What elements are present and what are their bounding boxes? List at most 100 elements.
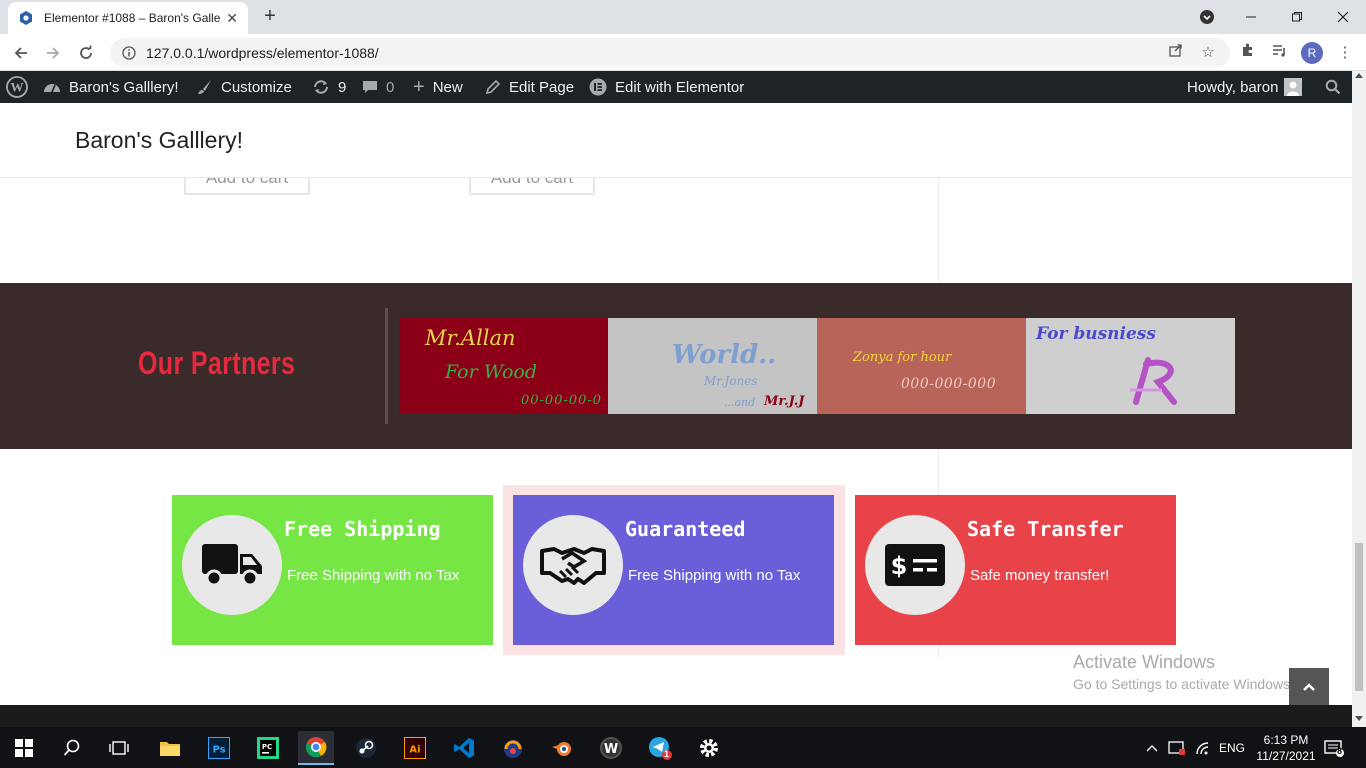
- plus-icon: +: [413, 75, 425, 98]
- partner-logo-text: Mr.J.J: [764, 394, 805, 409]
- site-footer: [0, 705, 1352, 727]
- browser-tab[interactable]: Elementor #1088 – Baron's Galle ✕: [8, 2, 248, 34]
- updates-icon: [314, 80, 328, 94]
- pycharm-icon[interactable]: PC: [250, 731, 286, 765]
- url-text: 127.0.0.1/wordpress/elementor-1088/: [146, 44, 379, 61]
- notification-count: 8: [1337, 746, 1343, 756]
- language-indicator[interactable]: ENG: [1219, 727, 1245, 768]
- admin-updates[interactable]: 9: [312, 71, 346, 103]
- file-explorer-icon[interactable]: [152, 731, 188, 765]
- settings-gear-icon[interactable]: [691, 731, 727, 765]
- task-view-icon[interactable]: [101, 731, 137, 765]
- blender-icon[interactable]: [544, 731, 580, 765]
- scroll-to-top-button[interactable]: [1289, 668, 1329, 705]
- admin-new[interactable]: + New: [413, 71, 463, 103]
- page-content: Baron's Galllery! Add to cart Add to car…: [0, 103, 1352, 705]
- clock[interactable]: 6:13 PM 11/27/2021: [1254, 727, 1318, 768]
- tab-strip: Elementor #1088 – Baron's Galle ✕ +: [0, 0, 1366, 34]
- feature-safe-transfer: $ Safe Transfer Safe money transfer!: [855, 495, 1176, 645]
- admin-edit-elementor-label: Edit with Elementor: [615, 78, 745, 96]
- feature-description: Free Shipping with no Tax: [628, 567, 801, 584]
- windows-start-icon[interactable]: [6, 731, 42, 765]
- partner-logo-text: Mr.Jones: [704, 374, 758, 388]
- chrome-taskbar-icon[interactable]: [298, 731, 334, 765]
- brush-icon: [198, 80, 211, 94]
- activate-windows-title: Activate Windows: [1073, 652, 1216, 672]
- comments-count: 0: [386, 78, 395, 96]
- partner-logo-text: 00-00-00-0: [521, 393, 603, 408]
- elementor-icon: [589, 78, 607, 96]
- admin-new-label: New: [432, 78, 463, 96]
- vscode-icon[interactable]: [446, 731, 482, 765]
- partner-logo-text: Zonya for hour: [853, 350, 952, 365]
- wordpress-logo-icon[interactable]: W: [6, 71, 28, 103]
- feature-title: Safe Transfer: [967, 517, 1124, 541]
- wifi-icon[interactable]: [1195, 727, 1213, 768]
- new-tab-button[interactable]: +: [258, 5, 282, 29]
- tab-search-icon[interactable]: [1184, 0, 1230, 34]
- feature-description: Safe money transfer!: [970, 567, 1110, 584]
- tab-close-icon[interactable]: ✕: [226, 10, 238, 27]
- profile-avatar[interactable]: R: [1301, 42, 1323, 64]
- admin-account[interactable]: Howdy, baron: [1187, 71, 1303, 103]
- vpn-app-icon[interactable]: [495, 731, 531, 765]
- minimize-button[interactable]: [1228, 0, 1274, 34]
- partner-logo-zonya[interactable]: Zonya for hour 000-000-000: [817, 318, 1026, 414]
- telegram-icon[interactable]: 1: [642, 731, 678, 765]
- admin-customize[interactable]: Customize: [197, 71, 292, 103]
- partner-logo-text: For busniess: [1036, 324, 1156, 344]
- partner-logo-world[interactable]: World.. Mr.Jones ...and Mr.J.J: [608, 318, 817, 414]
- notifications-icon[interactable]: 8: [1324, 727, 1344, 768]
- bookmark-star-icon[interactable]: ☆: [1197, 42, 1219, 64]
- admin-edit-page[interactable]: Edit Page: [485, 71, 574, 103]
- tray-chevron-icon[interactable]: [1146, 727, 1158, 768]
- admin-comments[interactable]: 0: [362, 71, 394, 103]
- close-window-button[interactable]: [1320, 0, 1366, 34]
- wamp-icon[interactable]: W: [593, 731, 629, 765]
- admin-site-name-label: Baron's Galllery!: [69, 78, 179, 96]
- admin-search-icon[interactable]: [1325, 71, 1341, 103]
- feature-free-shipping: Free Shipping Free Shipping with no Tax: [172, 495, 493, 645]
- wp-admin-bar: W Baron's Galllery! Customize 9 0 + New …: [0, 71, 1352, 103]
- partner-logo-business[interactable]: For busniess: [1026, 318, 1235, 414]
- admin-site-name[interactable]: Baron's Galllery!: [43, 71, 179, 103]
- illustrator-icon[interactable]: Ai: [397, 731, 433, 765]
- tab-title: Elementor #1088 – Baron's Galle: [44, 11, 221, 25]
- info-icon[interactable]: [122, 45, 136, 60]
- windows-taskbar: Ps PC Ai W 1 ENG 6:13 PM 11/27/2021 8: [0, 727, 1366, 768]
- chrome-menu-icon[interactable]: ⋮: [1334, 42, 1356, 64]
- comment-icon: [363, 81, 377, 93]
- restore-button[interactable]: [1274, 0, 1320, 34]
- pencil-icon: [485, 79, 501, 95]
- tray-security-icon[interactable]: [1168, 727, 1186, 768]
- scrollbar-thumb[interactable]: [1355, 543, 1363, 691]
- partners-section: Our Partners Mr.Allan For Wood 00-00-00-…: [0, 283, 1352, 449]
- activate-windows-subtitle: Go to Settings to activate Windows.: [1073, 676, 1294, 692]
- site-header: Baron's Galllery!: [0, 103, 1352, 178]
- steam-icon[interactable]: [348, 731, 384, 765]
- partner-logo-text: ...and: [724, 396, 756, 409]
- feature-description: Free Shipping with no Tax: [287, 567, 460, 584]
- chevron-up-icon: [1303, 683, 1315, 691]
- taskbar-search-icon[interactable]: [54, 731, 90, 765]
- howdy-label: Howdy, baron: [1187, 78, 1279, 96]
- site-title[interactable]: Baron's Galllery!: [75, 127, 243, 154]
- feature-guaranteed: Guaranteed Free Shipping with no Tax: [513, 495, 834, 645]
- photoshop-icon[interactable]: Ps: [201, 731, 237, 765]
- svg-text:W: W: [11, 80, 24, 95]
- scroll-up-arrow-icon[interactable]: [1355, 73, 1363, 78]
- address-bar[interactable]: 127.0.0.1/wordpress/elementor-1088/: [110, 38, 1230, 67]
- admin-edit-elementor[interactable]: Edit with Elementor: [589, 71, 744, 103]
- feature-title: Guaranteed: [625, 517, 746, 541]
- reload-icon[interactable]: [73, 40, 99, 66]
- handshake-icon: [523, 515, 623, 615]
- media-queue-icon[interactable]: [1268, 42, 1290, 64]
- back-arrow-icon[interactable]: [8, 40, 34, 66]
- page-scrollbar[interactable]: [1352, 71, 1366, 727]
- forward-arrow-icon[interactable]: [40, 40, 66, 66]
- scroll-down-arrow-icon[interactable]: [1355, 716, 1363, 721]
- share-icon[interactable]: [1165, 42, 1187, 64]
- partner-logo-allan[interactable]: Mr.Allan For Wood 00-00-00-0: [399, 318, 608, 414]
- svg-text:Ps: Ps: [212, 745, 225, 756]
- extensions-icon[interactable]: [1237, 42, 1259, 64]
